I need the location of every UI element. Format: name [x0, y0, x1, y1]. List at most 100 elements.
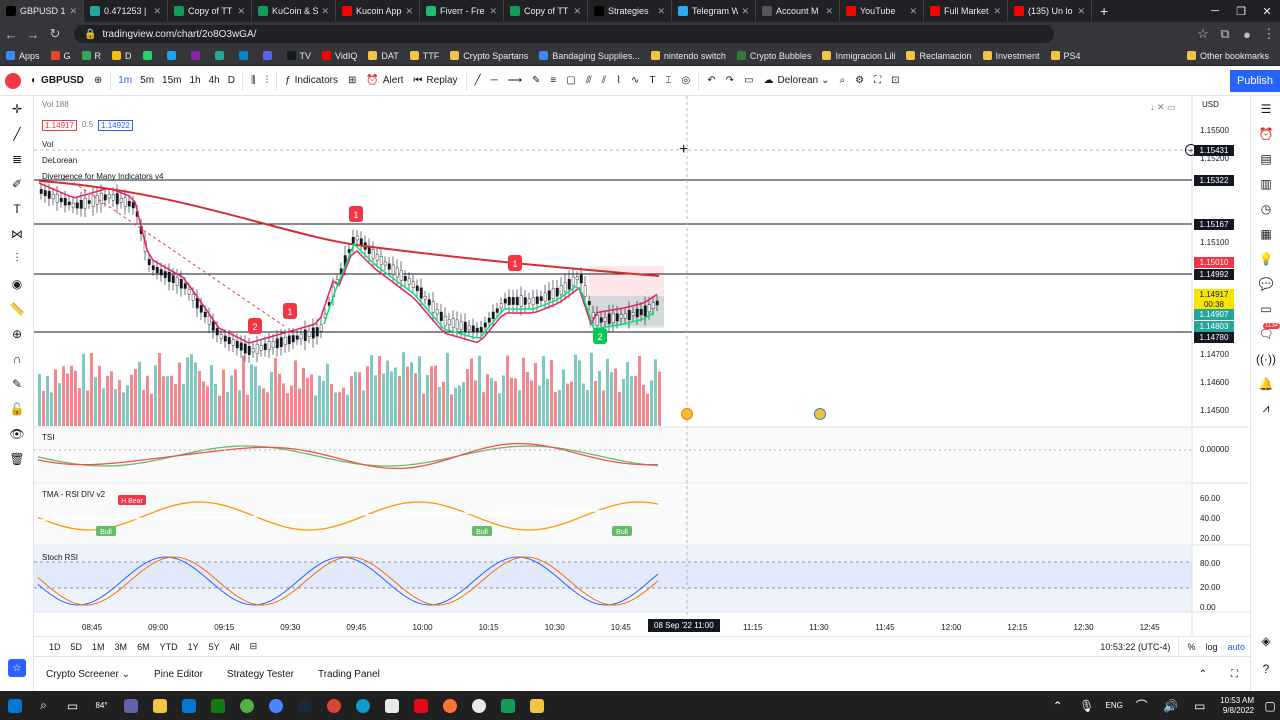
hotlists-icon[interactable]: ▥: [1251, 171, 1280, 196]
panel-tab[interactable]: Crypto Screener ⌄: [34, 669, 142, 680]
interval-D[interactable]: D: [224, 66, 239, 96]
ray-tool[interactable]: ⟶: [503, 66, 527, 96]
bell-icon[interactable]: 🔔: [1251, 371, 1280, 396]
bookmark-item[interactable]: G: [50, 51, 71, 61]
tab-close-icon[interactable]: ✕: [993, 6, 1001, 17]
streams-icon[interactable]: ▭: [1251, 296, 1280, 321]
battery-icon[interactable]: ▭: [1185, 691, 1214, 720]
forward-icon[interactable]: →: [22, 27, 44, 42]
goto-date-icon[interactable]: ⊟: [245, 641, 263, 652]
bookmark-item[interactable]: [214, 51, 228, 60]
browser-tab[interactable]: (135) Un lo ✕: [1008, 0, 1092, 22]
range-3m[interactable]: 3M: [110, 642, 133, 652]
trend-line-icon[interactable]: ╱: [0, 121, 34, 146]
bookmark-item[interactable]: [142, 51, 156, 60]
text-icon[interactable]: T: [0, 196, 34, 221]
compare-icon[interactable]: ⊕: [89, 66, 107, 96]
signal-icon[interactable]: ((·)): [1251, 346, 1280, 371]
undo-icon[interactable]: ↶: [702, 66, 720, 96]
tray-chevron-icon[interactable]: ⌃: [1043, 691, 1072, 720]
browser-tab[interactable]: Copy of TT ✕: [504, 0, 588, 22]
bid-price[interactable]: 1.14917: [42, 120, 77, 131]
pattern-icon[interactable]: ⋈: [0, 221, 34, 246]
bookmark-item[interactable]: Apps: [6, 51, 40, 61]
lock-drawing-icon[interactable]: ✎: [0, 371, 34, 396]
browser-tab[interactable]: GBPUSD 1. ✕: [0, 0, 84, 22]
trend-icon[interactable]: ⩘: [1251, 396, 1280, 421]
profile-icon[interactable]: ●: [1236, 27, 1258, 42]
sticky-icon[interactable]: [522, 691, 551, 720]
event-flag-icon-2[interactable]: [814, 408, 826, 420]
bookmark-item[interactable]: Investment: [982, 51, 1040, 61]
range-ytd[interactable]: YTD: [155, 642, 183, 652]
magnet-icon[interactable]: ∩: [0, 346, 34, 371]
maximize-icon[interactable]: ❐: [1228, 5, 1254, 18]
browser-tab[interactable]: Kucoin App ✕: [336, 0, 420, 22]
menu-icon[interactable]: ⋮: [1258, 26, 1280, 42]
fib-icon[interactable]: ≣: [0, 146, 34, 171]
bookmark-item[interactable]: nintendo switch: [650, 51, 726, 61]
tab-close-icon[interactable]: ✕: [237, 6, 245, 17]
range-5y[interactable]: 5Y: [204, 642, 225, 652]
fullscreen-icon[interactable]: ⛶: [869, 66, 886, 96]
notifications-icon[interactable]: 🗨 1134: [1251, 321, 1280, 346]
horizontal-line-tool[interactable]: ─: [486, 66, 503, 96]
auto-toggle[interactable]: auto: [1222, 642, 1250, 652]
bookmark-item[interactable]: [190, 51, 204, 60]
browser-tab[interactable]: KuCoin & S ✕: [252, 0, 336, 22]
tab-close-icon[interactable]: ✕: [153, 6, 161, 17]
pen-tool[interactable]: ✎: [527, 66, 545, 96]
bookmark-item[interactable]: TTF: [409, 51, 439, 61]
zoom-in-icon[interactable]: ⊕: [0, 321, 34, 346]
settings-icon[interactable]: ⚙: [850, 66, 869, 96]
vol-indicator-label[interactable]: Vol: [42, 140, 53, 149]
prediction-icon[interactable]: ⫶: [0, 246, 34, 271]
layers-icon[interactable]: ◈: [1251, 628, 1280, 653]
github-icon[interactable]: [464, 691, 493, 720]
vpn-icon[interactable]: [261, 691, 290, 720]
range-1d[interactable]: 1D: [44, 642, 66, 652]
layout-icon[interactable]: ▭: [739, 66, 758, 96]
bookmark-item[interactable]: [262, 51, 276, 60]
wifi-icon[interactable]: ⌒: [1127, 691, 1156, 720]
system-clock[interactable]: 10:53 AM 9/8/2022: [1214, 696, 1260, 716]
event-flag-icon[interactable]: [681, 408, 693, 420]
other-bookmarks[interactable]: Other bookmarks: [1186, 51, 1269, 61]
interval-1m[interactable]: 1m: [114, 66, 136, 96]
url-field[interactable]: 🔒 tradingview.com/chart/2o8O3wGA/: [74, 25, 1054, 43]
range-all[interactable]: All: [225, 642, 245, 652]
app-icon-green[interactable]: [203, 691, 232, 720]
chart-window-controls[interactable]: ↓ ✕ ▭: [1150, 102, 1176, 113]
xbox-icon[interactable]: [232, 691, 261, 720]
tab-close-icon[interactable]: ✕: [489, 6, 497, 17]
publish-button[interactable]: Publish: [1230, 70, 1280, 92]
bookmark-item[interactable]: [166, 51, 180, 60]
currency-label[interactable]: USD: [1202, 100, 1219, 109]
redo-icon[interactable]: ↷: [721, 66, 739, 96]
tab-close-icon[interactable]: ✕: [573, 6, 581, 17]
browser-tab[interactable]: Copy of TT ✕: [168, 0, 252, 22]
browser-tab[interactable]: Strategies ✕: [588, 0, 672, 22]
bookmark-item[interactable]: [238, 51, 252, 60]
price-chart[interactable]: 1 2 1 1 2 Bull Bull Bull H Bear: [34, 96, 1250, 636]
cursor-tool[interactable]: ⌶: [661, 66, 677, 96]
user-avatar[interactable]: [0, 66, 26, 96]
text-tool[interactable]: T: [644, 66, 660, 96]
bookmark-item[interactable]: Crypto Bubbles: [736, 51, 811, 61]
chrome-icon[interactable]: [319, 691, 348, 720]
browser-tab[interactable]: Full Market ✕: [924, 0, 1008, 22]
tab-close-icon[interactable]: ✕: [741, 6, 749, 17]
add-alert-icon[interactable]: +: [1185, 144, 1197, 156]
tab-close-icon[interactable]: ✕: [69, 6, 77, 17]
bookmark-item[interactable]: DAT: [368, 51, 399, 61]
range-5d[interactable]: 5D: [66, 642, 88, 652]
notification-center-icon[interactable]: ▢: [1260, 691, 1280, 720]
interval-15m[interactable]: 15m: [158, 66, 185, 96]
range-1m[interactable]: 1M: [87, 642, 110, 652]
trend-line-tool[interactable]: ╱: [470, 66, 486, 96]
chart-area[interactable]: 1 2 1 1 2 Bull Bull Bull H Bear Vol 188 1.14917 …: [34, 96, 1250, 636]
panel-tab[interactable]: Pine Editor: [142, 669, 215, 680]
maximize-panel-icon[interactable]: ⛶: [1219, 669, 1250, 680]
help-icon[interactable]: ?: [1251, 656, 1280, 681]
teams-icon[interactable]: [116, 691, 145, 720]
